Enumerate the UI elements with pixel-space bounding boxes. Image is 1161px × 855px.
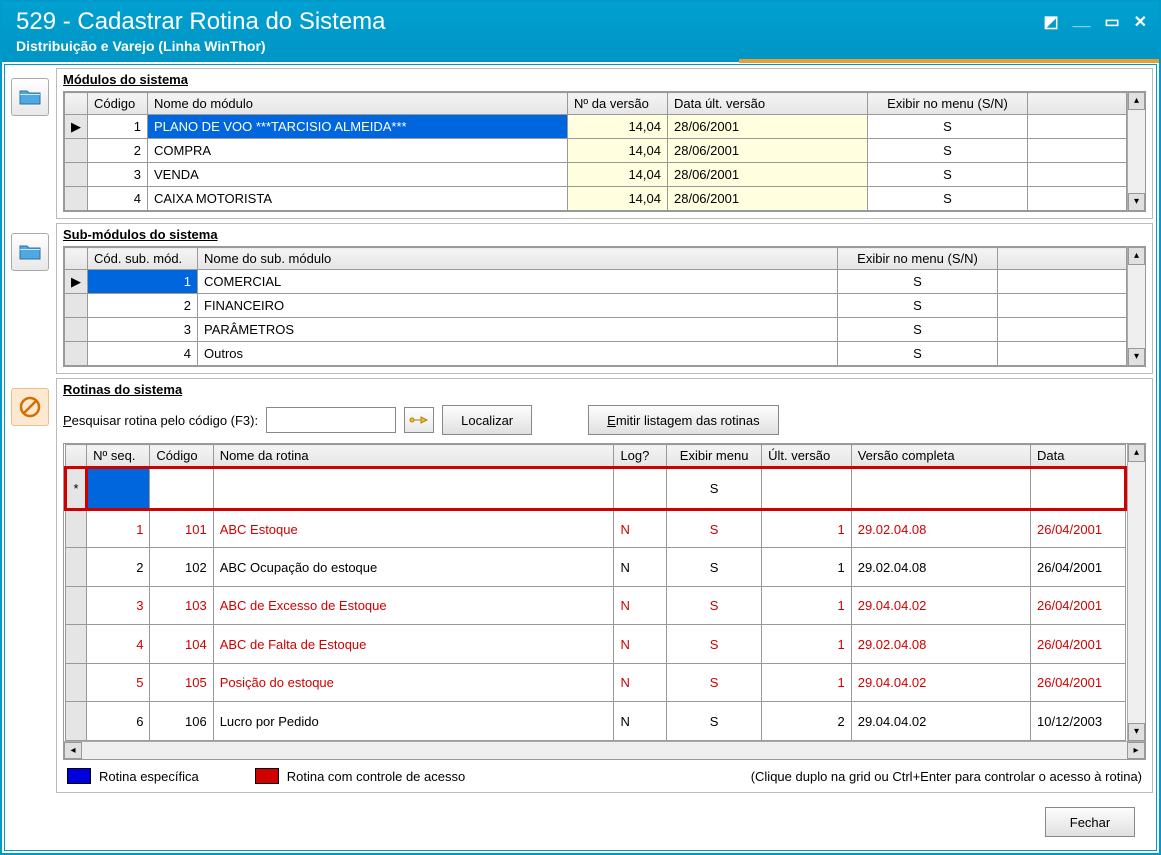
swatch-access [255,768,279,784]
col-nome-sub[interactable]: Nome do sub. módulo [198,248,838,270]
col-exibir[interactable]: Exibir no menu (S/N) [868,93,1028,115]
accent-strip [739,59,1159,63]
open-submodules-button[interactable] [11,233,49,271]
col-exibir-rot[interactable]: Exibir menu [667,445,762,468]
modules-grid[interactable]: Código Nome do módulo Nº da versão Data … [64,92,1127,211]
table-row[interactable]: 3 VENDA 14,04 28/06/2001 S [65,163,1127,187]
swatch-specific [67,768,91,784]
rotinas-scrollbar[interactable]: ▴ ▾ [1127,444,1145,741]
col-codigo-rot[interactable]: Código [150,445,213,468]
table-row[interactable]: 4 CAIXA MOTORISTA 14,04 28/06/2001 S [65,187,1127,211]
row-marker-header [66,445,87,468]
col-nome[interactable]: Nome do módulo [148,93,568,115]
scroll-right-icon[interactable]: ▸ [1127,742,1145,759]
minimize-icon[interactable]: __ [1073,12,1091,32]
row-marker-header [65,93,88,115]
table-row[interactable]: ▶ 1 PLANO DE VOO ***TARCISIO ALMEIDA*** … [65,115,1127,139]
col-log[interactable]: Log? [614,445,667,468]
emitir-listagem-button[interactable]: Emitir listagem das rotinas [588,405,778,435]
submodules-scrollbar[interactable]: ▴ ▾ [1127,247,1145,366]
col-spacer [998,248,1127,270]
rotinas-panel: Rotinas do sistema Pesquisar rotina pelo… [56,378,1153,793]
col-versao[interactable]: Nº da versão [568,93,668,115]
legend: Rotina específica Rotina com controle de… [63,760,1146,786]
col-ult[interactable]: Últ. versão [762,445,852,468]
row-marker-header [65,248,88,270]
table-row[interactable]: 2 COMPRA 14,04 28/06/2001 S [65,139,1127,163]
scroll-up-icon[interactable]: ▴ [1128,444,1145,462]
submodules-panel: Sub-módulos do sistema Cód. sub. mód. No… [56,223,1153,374]
table-row[interactable]: 1 101 ABC Estoque N S 1 29.02.04.08 26/0… [66,509,1126,548]
localizar-button[interactable]: Localizar [442,405,532,435]
app-window: 529 - Cadastrar Rotina do Sistema Distri… [0,0,1161,855]
table-row[interactable]: 2 FINANCEIRO S [65,294,1127,318]
hand-point-icon [409,412,429,428]
rotinas-toolbar: Pesquisar rotina pelo código (F3): Local… [63,401,1146,443]
col-nome-rot[interactable]: Nome da rotina [213,445,614,468]
restore-icon[interactable]: ◩ [1044,12,1059,32]
col-data[interactable]: Data últ. versão [668,93,868,115]
rotinas-side-button[interactable] [11,388,49,426]
footer: Fechar [8,797,1153,847]
table-row[interactable]: 5 105 Posição do estoque N S 1 29.04.04.… [66,663,1126,702]
scroll-up-icon[interactable]: ▴ [1128,247,1145,265]
modules-scrollbar[interactable]: ▴ ▾ [1127,92,1145,211]
scroll-left-icon[interactable]: ◂ [64,742,82,759]
lookup-button[interactable] [404,407,434,433]
maximize-icon[interactable]: ▭ [1104,12,1119,32]
window-title: 529 - Cadastrar Rotina do Sistema [16,8,1145,36]
new-row[interactable]: * S [66,468,1126,510]
table-row[interactable]: 6 106 Lucro por Pedido N S 2 29.04.04.02… [66,702,1126,741]
open-modules-button[interactable] [11,78,49,116]
table-row[interactable]: 4 104 ABC de Falta de Estoque N S 1 29.0… [66,625,1126,664]
modules-title: Módulos do sistema [63,71,1146,88]
prohibit-icon [18,395,42,419]
col-completa[interactable]: Versão completa [851,445,1030,468]
fechar-button[interactable]: Fechar [1045,807,1135,837]
col-cod-sub[interactable]: Cód. sub. mód. [88,248,198,270]
col-exibir-sub[interactable]: Exibir no menu (S/N) [838,248,998,270]
search-input[interactable] [266,407,396,433]
rotinas-grid[interactable]: Nº seq. Código Nome da rotina Log? Exibi… [64,444,1127,741]
table-row[interactable]: 4 Outros S [65,342,1127,366]
legend-specific: Rotina específica [99,769,199,784]
legend-hint: (Clique duplo na grid ou Ctrl+Enter para… [751,769,1142,784]
col-seq[interactable]: Nº seq. [87,445,150,468]
col-data-rot[interactable]: Data [1031,445,1126,468]
modules-panel: Módulos do sistema Código Nome do módulo… [56,68,1153,219]
scroll-down-icon[interactable]: ▾ [1128,723,1145,741]
folder-icon [19,243,41,261]
scroll-down-icon[interactable]: ▾ [1128,348,1145,366]
table-row[interactable]: ▶ 1 COMERCIAL S [65,270,1127,294]
submodules-title: Sub-módulos do sistema [63,226,1146,243]
legend-access: Rotina com controle de acesso [287,769,465,784]
scroll-down-icon[interactable]: ▾ [1128,193,1145,211]
rotinas-title: Rotinas do sistema [63,381,1146,398]
submodules-grid[interactable]: Cód. sub. mód. Nome do sub. módulo Exibi… [64,247,1127,366]
search-label: Pesquisar rotina pelo código (F3): [63,413,258,428]
folder-icon [19,88,41,106]
window-subtitle: Distribuição e Varejo (Linha WinThor) [16,38,1145,54]
close-icon[interactable]: ✕ [1134,12,1147,32]
table-row[interactable]: 2 102 ABC Ocupação do estoque N S 1 29.0… [66,548,1126,587]
col-codigo[interactable]: Código [88,93,148,115]
table-row[interactable]: 3 103 ABC de Excesso de Estoque N S 1 29… [66,586,1126,625]
table-row[interactable]: 3 PARÂMETROS S [65,318,1127,342]
rotinas-hscrollbar[interactable]: ◂ ▸ [64,741,1145,759]
body: Módulos do sistema Código Nome do módulo… [4,64,1157,851]
col-spacer [1028,93,1127,115]
scroll-up-icon[interactable]: ▴ [1128,92,1145,110]
title-bar: 529 - Cadastrar Rotina do Sistema Distri… [2,2,1159,62]
